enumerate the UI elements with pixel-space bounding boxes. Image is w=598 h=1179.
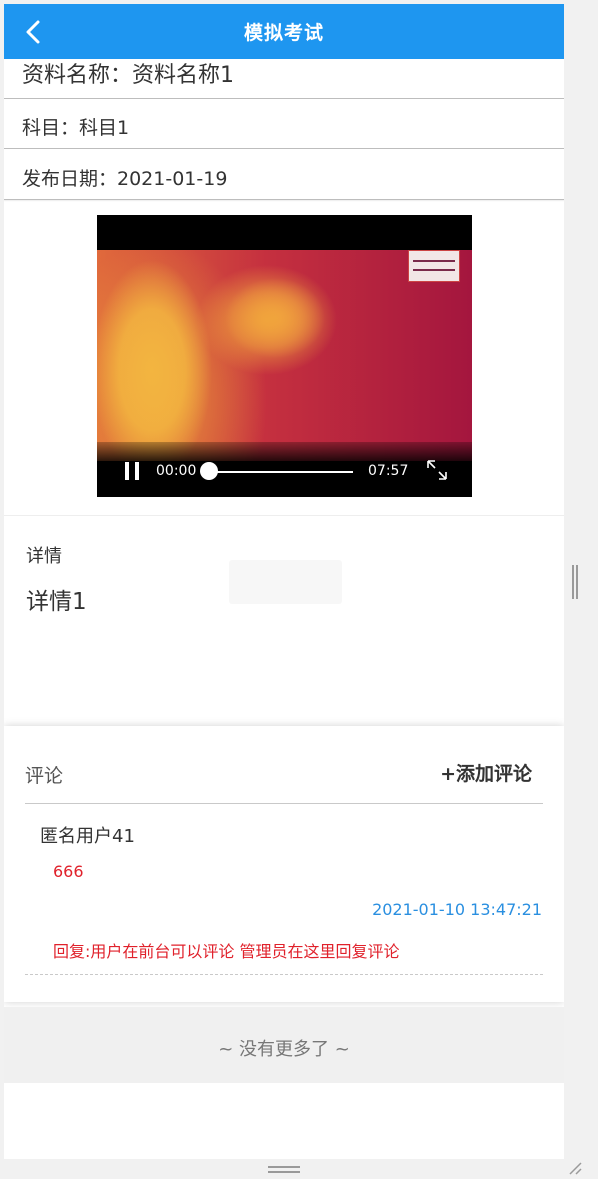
comment-user: 匿名用户41 <box>40 826 135 847</box>
no-more-text: ~ 没有更多了 ~ <box>218 1039 350 1060</box>
video-player[interactable]: 00:00 07:57 <box>97 215 472 497</box>
grip-line <box>576 565 578 599</box>
video-watermark-logo <box>408 250 460 282</box>
comment-divider <box>25 803 543 804</box>
current-time: 00:00 <box>156 463 197 479</box>
mobile-page: 模拟考试 资料名称：资料名称1 科目：科目1 发布日期：2021-01-19 0… <box>4 4 564 1159</box>
subject-row: 科目：科目1 <box>4 99 564 149</box>
faded-overlay-box <box>229 560 342 604</box>
list-end-bar: ~ 没有更多了 ~ <box>4 1007 564 1083</box>
grip-line <box>268 1171 300 1173</box>
comment-timestamp: 2021-01-10 13:47:21 <box>372 900 542 919</box>
fullscreen-button[interactable] <box>425 458 449 482</box>
material-name-row: 资料名称：资料名称1 <box>4 59 564 99</box>
scrollbar-handle[interactable] <box>572 565 578 599</box>
progress-handle[interactable] <box>200 462 218 480</box>
resize-grip-icon <box>569 1162 582 1175</box>
video-controls: 00:00 07:57 <box>97 442 472 497</box>
comment-content: 666 <box>53 862 84 881</box>
add-comment-button[interactable]: +添加评论 <box>440 759 532 786</box>
video-progress-bar[interactable] <box>208 471 353 473</box>
grip-line <box>268 1166 300 1168</box>
material-name: 资料名称：资料名称1 <box>22 63 234 88</box>
total-time: 07:57 <box>368 463 409 479</box>
page-title: 模拟考试 <box>243 22 324 44</box>
publish-date-text: 发布日期：2021-01-19 <box>22 168 228 190</box>
pause-icon-bar <box>135 462 139 480</box>
resize-handle-icon[interactable] <box>568 1160 582 1175</box>
pause-button[interactable] <box>123 462 143 480</box>
comment-section: 评论 +添加评论 匿名用户41 666 2021-01-10 13:47:21 … <box>4 726 564 1002</box>
comment-separator <box>25 974 543 975</box>
grip-line <box>572 565 574 599</box>
comment-reply: 回复:用户在前台可以评论 管理员在这里回复评论 <box>53 942 400 961</box>
detail-label: 详情 <box>26 546 62 567</box>
section-divider <box>4 515 564 516</box>
publish-date-row: 发布日期：2021-01-19 <box>4 149 564 200</box>
pause-icon <box>125 462 129 480</box>
detail-text: 详情1 <box>26 589 87 615</box>
video-frame[interactable] <box>97 250 472 461</box>
fullscreen-icon <box>427 460 447 480</box>
comment-label: 评论 <box>25 765 64 787</box>
bottom-drag-handle[interactable] <box>268 1166 300 1174</box>
top-nav-bar: 模拟考试 <box>4 4 564 59</box>
subject-text: 科目：科目1 <box>22 117 130 139</box>
